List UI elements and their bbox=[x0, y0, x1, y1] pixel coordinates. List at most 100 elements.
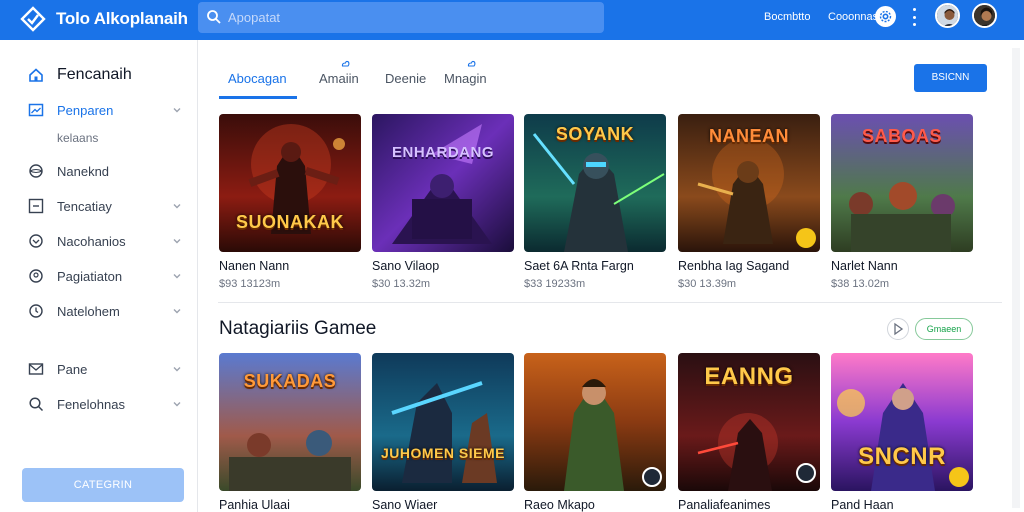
game-thumbnail[interactable]: ENHARDANG bbox=[372, 114, 514, 252]
tab-amaiin[interactable]: Amaiin bbox=[319, 71, 359, 86]
sidebar-item-fenelohnas[interactable]: Fenelohnas bbox=[0, 391, 198, 417]
minus-square-icon bbox=[28, 198, 44, 214]
chevron-down-icon[interactable] bbox=[172, 399, 182, 409]
clock-icon bbox=[29, 304, 43, 318]
shield-icon bbox=[29, 234, 43, 248]
chevron-down-icon[interactable] bbox=[172, 201, 182, 211]
sidebar-item-label: Natelohem bbox=[57, 303, 120, 319]
sidebar-item-tencatiay[interactable]: Tencatiay bbox=[0, 193, 198, 219]
more-options-icon[interactable] bbox=[910, 8, 918, 26]
settings-button[interactable] bbox=[875, 6, 896, 27]
sidebar-item-nacohanios[interactable]: Nacohanios bbox=[0, 228, 198, 254]
sidebar-item-label: Fenelohnas bbox=[57, 396, 125, 412]
game-thumbnail[interactable]: JUHOMEN SIEME bbox=[372, 353, 514, 491]
mail-icon bbox=[28, 363, 44, 375]
sidebar-item-label: Tencatiay bbox=[57, 198, 112, 214]
game-title[interactable]: Panhia Ulaai bbox=[219, 498, 290, 512]
game-title[interactable]: Sano Wiaer bbox=[372, 498, 437, 512]
game-thumbnail[interactable]: EANNG bbox=[678, 353, 820, 491]
sidebar-home[interactable]: Fencanaih bbox=[0, 62, 198, 88]
game-title[interactable]: Nanen Nann bbox=[219, 259, 289, 273]
play-icon bbox=[894, 322, 904, 336]
game-thumbnail[interactable]: SUKADAS bbox=[219, 353, 361, 491]
sidebar-item-pagiatiaton[interactable]: Pagiatiaton bbox=[0, 263, 198, 289]
sidebar-item-label: Pagiatiaton bbox=[57, 268, 123, 284]
search-icon bbox=[29, 397, 44, 412]
game-price: $93 13123m bbox=[219, 278, 281, 290]
gear-icon bbox=[879, 10, 892, 23]
play-button[interactable] bbox=[887, 318, 909, 340]
sidebar-item-label: Nacohanios bbox=[57, 233, 126, 249]
game-price: $38 13.02m bbox=[831, 278, 890, 290]
search-icon bbox=[207, 10, 221, 24]
home-icon bbox=[29, 68, 43, 82]
tab-mnagin[interactable]: Mnagin bbox=[444, 71, 487, 86]
globe-icon bbox=[29, 164, 43, 178]
category-button[interactable]: CATEGRIN bbox=[22, 468, 184, 502]
game-thumbnail[interactable] bbox=[524, 353, 666, 491]
game-logo-text: SOYANK bbox=[555, 124, 635, 144]
top-link-secondary[interactable]: Cooonnas bbox=[828, 11, 878, 23]
game-title[interactable]: Sano Vilaop bbox=[372, 259, 439, 273]
game-logo-text: JUHOMEN SIEME bbox=[381, 445, 505, 461]
game-logo-text: SUKADAS bbox=[243, 371, 337, 391]
chevron-down-icon[interactable] bbox=[172, 105, 182, 115]
section-divider bbox=[218, 302, 1002, 303]
game-logo-text: EANNG bbox=[704, 363, 794, 390]
tab-abocagan[interactable]: Abocagan bbox=[228, 71, 287, 86]
search-box[interactable] bbox=[198, 2, 604, 33]
chevron-down-icon[interactable] bbox=[172, 306, 182, 316]
see-all-button[interactable]: Gmaeen bbox=[915, 318, 973, 340]
app-title: Tolo Alkoplanaih bbox=[56, 9, 188, 28]
sidebar-sub-item[interactable]: kelaans bbox=[57, 131, 98, 145]
chevron-down-icon[interactable] bbox=[172, 364, 182, 374]
person-icon bbox=[937, 5, 958, 26]
game-logo-text: NANEAN bbox=[708, 126, 789, 146]
sidebar-item-label: Naneknd bbox=[57, 163, 110, 179]
sidebar: Fencanaih Penparen kelaans Naneknd Tenca… bbox=[0, 40, 198, 512]
sidebar-item-pane[interactable]: Pane bbox=[0, 356, 198, 382]
game-thumbnail[interactable]: SOYANK bbox=[524, 114, 666, 252]
game-art-image bbox=[372, 114, 514, 252]
avatar-account[interactable] bbox=[972, 3, 997, 28]
game-title[interactable]: Pand Haan bbox=[831, 498, 894, 512]
section-title: Natagiariis Gamee bbox=[219, 318, 377, 339]
game-title[interactable]: Panaliafeanimes bbox=[678, 498, 770, 512]
platform-badge-icon bbox=[642, 467, 662, 487]
sidebar-item-label: Pane bbox=[57, 361, 88, 377]
game-price: $30 13.39m bbox=[678, 278, 737, 290]
chevron-down-icon[interactable] bbox=[172, 236, 182, 246]
scrollbar[interactable] bbox=[1012, 48, 1020, 508]
chevron-down-icon[interactable] bbox=[172, 271, 182, 281]
game-thumbnail[interactable]: SNCNR bbox=[831, 353, 973, 491]
active-tab-indicator bbox=[219, 96, 297, 99]
game-thumbnail[interactable]: SUONAKAK bbox=[219, 114, 361, 252]
search-input[interactable] bbox=[228, 7, 588, 27]
game-title[interactable]: Renbha Iag Sagand bbox=[678, 259, 789, 273]
top-link-primary[interactable]: Bocmbtto bbox=[764, 11, 810, 23]
sidebar-item-natelohem[interactable]: Natelohem bbox=[0, 298, 198, 324]
game-title[interactable]: Saet 6A Rnta Fargn bbox=[524, 259, 634, 273]
platform-badge-icon bbox=[796, 463, 816, 483]
cloud-icon bbox=[467, 60, 476, 67]
rating-badge-icon bbox=[949, 467, 969, 487]
sidebar-heading: Fencanaih bbox=[57, 66, 132, 83]
game-thumbnail[interactable]: NANEAN bbox=[678, 114, 820, 252]
game-title[interactable]: Narlet Nann bbox=[831, 259, 898, 273]
game-price: $30 13.32m bbox=[372, 278, 431, 290]
game-logo-text: SUONAKAK bbox=[235, 212, 344, 232]
person-icon bbox=[974, 5, 995, 26]
game-price: $33 19233m bbox=[524, 278, 586, 290]
sidebar-item-penparen[interactable]: Penparen bbox=[0, 97, 198, 123]
game-logo-text: SABOAS bbox=[861, 126, 942, 146]
app-logo-icon[interactable] bbox=[20, 6, 46, 32]
game-thumbnail[interactable]: SABOAS bbox=[831, 114, 973, 252]
game-title[interactable]: Raeo Mkapo bbox=[524, 498, 595, 512]
sidebar-item-label: Penparen bbox=[57, 102, 114, 118]
tab-deenie[interactable]: Deenie bbox=[385, 71, 426, 86]
sidebar-item-naneknd[interactable]: Naneknd bbox=[0, 158, 198, 184]
avatar-user[interactable] bbox=[935, 3, 960, 28]
primary-action-button[interactable]: BSICNN bbox=[914, 64, 987, 92]
image-icon bbox=[28, 103, 44, 117]
badge-icon bbox=[29, 269, 43, 283]
